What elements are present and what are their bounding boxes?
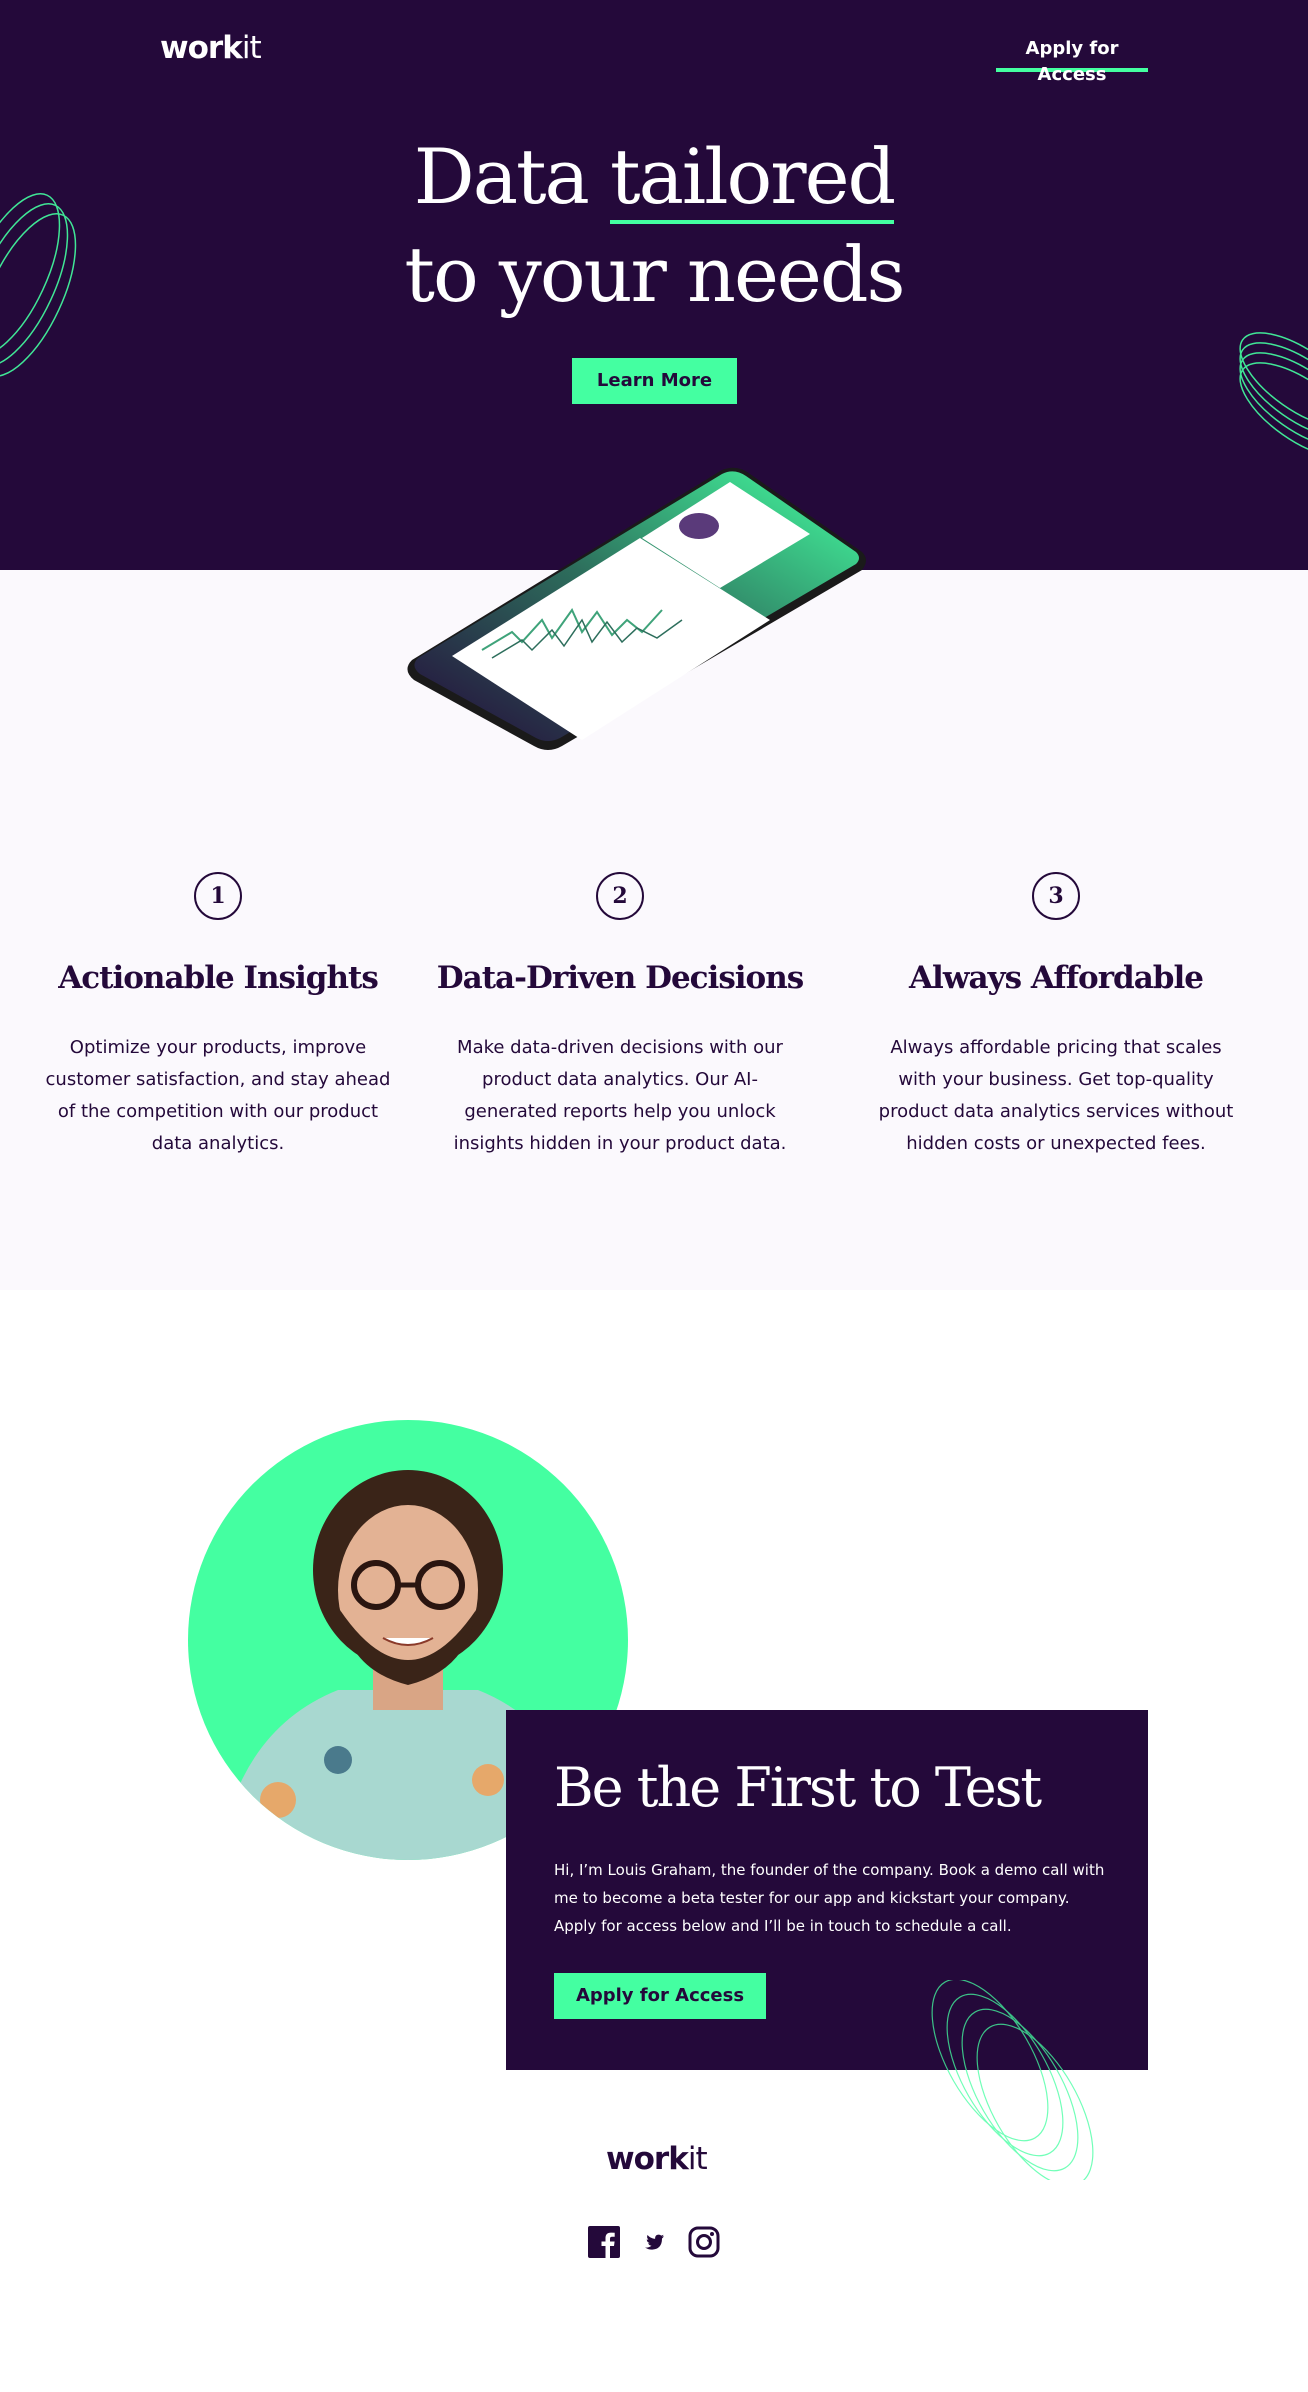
- feature-number: 2: [596, 872, 644, 920]
- feature-text: Always affordable pricing that scales wi…: [878, 1037, 1234, 1154]
- logo[interactable]: workit: [160, 30, 262, 66]
- feature-text: Make data-driven decisions with our prod…: [453, 1037, 787, 1154]
- phone-illustration: [407, 467, 866, 750]
- footer-logo[interactable]: workit: [606, 2141, 708, 2177]
- feature-title: Data-Driven Decisions: [436, 960, 804, 996]
- pattern-rings-right: [1239, 332, 1308, 458]
- feature-actionable-insights: 1 Actionable Insights Optimize your prod…: [18, 872, 418, 1160]
- hero-title-underlined: tailored: [610, 134, 896, 224]
- pattern-rings-bottom: [931, 1980, 1094, 2180]
- hero-title: Data tailored to your needs: [354, 128, 954, 324]
- hero-title-part1: Data: [413, 132, 611, 221]
- instagram-icon[interactable]: [688, 2226, 720, 2258]
- features-curve: [0, 1230, 1308, 1285]
- feature-title: Always Affordable: [909, 960, 1204, 996]
- apply-for-access-button[interactable]: Apply for Access: [554, 1973, 766, 2019]
- cta-title: Be the First to Test: [554, 1756, 1042, 1819]
- learn-more-button[interactable]: Learn More: [572, 358, 737, 404]
- feature-text: Optimize your products, improve customer…: [45, 1037, 391, 1154]
- feature-data-driven-decisions: 2 Data-Driven Decisions Make data-driven…: [420, 872, 820, 1160]
- hero-title-line2: to your needs: [404, 230, 905, 319]
- feature-number: 3: [1032, 872, 1080, 920]
- feature-number: 1: [194, 872, 242, 920]
- apply-for-access-link[interactable]: Apply for Access: [996, 36, 1148, 85]
- feature-always-affordable: 3 Always Affordable Always affordable pr…: [856, 872, 1256, 1160]
- feature-title: Actionable Insights: [58, 960, 379, 996]
- cta-text: Hi, I’m Louis Graham, the founder of the…: [554, 1861, 1105, 1935]
- pattern-rings-left: [0, 193, 77, 377]
- facebook-icon[interactable]: [588, 2226, 620, 2258]
- twitter-icon[interactable]: [644, 2234, 664, 2251]
